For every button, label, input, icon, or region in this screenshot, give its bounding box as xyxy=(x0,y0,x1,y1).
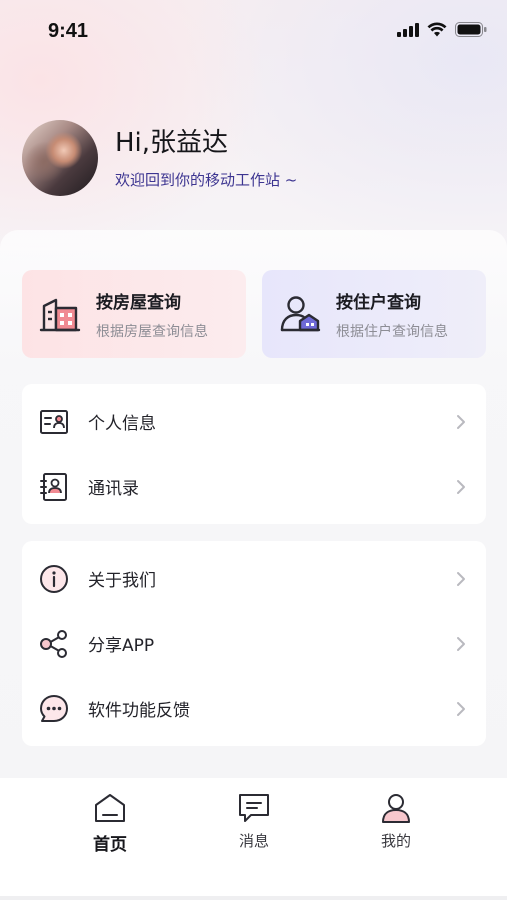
home-icon xyxy=(95,794,125,822)
query-by-resident-title: 按住户查询 xyxy=(336,292,421,313)
menu-item-about-us[interactable]: 关于我们 xyxy=(22,546,486,611)
tab-messages-label: 消息 xyxy=(238,832,269,850)
cellular-signal-icon xyxy=(397,22,419,37)
resident-icon xyxy=(280,296,321,332)
quick-actions: 按房屋查询 根据房屋查询信息 按住户查询 根据住户查询信息 xyxy=(22,270,486,358)
menu-item-label: 关于我们 xyxy=(88,571,156,591)
menu-item-share-app[interactable]: 分享APP xyxy=(22,611,486,676)
query-by-house-title: 按房屋查询 xyxy=(96,292,181,313)
tab-home[interactable]: 首页 xyxy=(70,792,150,855)
bottom-edge xyxy=(0,896,507,900)
chevron-right-icon xyxy=(457,571,465,586)
building-icon xyxy=(39,298,81,332)
status-icons xyxy=(397,22,487,37)
menu-group-account: 个人信息 通讯录 xyxy=(22,384,486,524)
menu-item-label: 软件功能反馈 xyxy=(88,701,190,721)
tab-bar: 首页 消息 我的 xyxy=(0,778,507,900)
menu-item-personal-info[interactable]: 个人信息 xyxy=(22,389,486,454)
menu-item-label: 通讯录 xyxy=(88,479,139,499)
chevron-right-icon xyxy=(457,479,465,494)
feedback-icon xyxy=(40,694,68,722)
avatar[interactable] xyxy=(22,120,98,196)
query-by-resident-card[interactable]: 按住户查询 根据住户查询信息 xyxy=(262,270,486,358)
chevron-right-icon xyxy=(457,414,465,429)
menu-item-label: 分享APP xyxy=(88,636,155,656)
welcome-text: 欢迎回到你的移动工作站 ~ xyxy=(115,170,298,189)
menu-item-contacts[interactable]: 通讯录 xyxy=(22,454,486,519)
menu-group-app: 关于我们 分享APP 软件功能反馈 xyxy=(22,541,486,746)
menu-item-feedback[interactable]: 软件功能反馈 xyxy=(22,676,486,741)
battery-icon xyxy=(455,22,487,37)
tab-mine[interactable]: 我的 xyxy=(356,792,436,851)
user-icon xyxy=(382,794,410,823)
status-time: 9:41 xyxy=(48,20,89,42)
greeting-text: Hi,张益达 xyxy=(115,127,229,158)
tab-mine-label: 我的 xyxy=(380,832,411,850)
profile-header: Hi,张益达 欢迎回到你的移动工作站 ~ xyxy=(22,120,297,196)
query-by-resident-subtitle: 根据住户查询信息 xyxy=(336,323,448,340)
profile-card-icon xyxy=(40,409,68,434)
share-icon xyxy=(40,629,67,658)
contacts-icon xyxy=(40,472,67,501)
chevron-right-icon xyxy=(457,636,465,651)
tab-home-label: 首页 xyxy=(93,835,127,855)
menu-item-label: 个人信息 xyxy=(88,414,156,434)
query-by-house-subtitle: 根据房屋查询信息 xyxy=(96,323,208,340)
profile-text: Hi,张益达 欢迎回到你的移动工作站 ~ xyxy=(115,127,297,190)
info-icon xyxy=(40,564,68,593)
wifi-icon xyxy=(427,22,447,37)
query-by-house-card[interactable]: 按房屋查询 根据房屋查询信息 xyxy=(22,270,246,358)
status-bar: 9:41 xyxy=(0,0,507,64)
tab-messages[interactable]: 消息 xyxy=(214,792,294,851)
chevron-right-icon xyxy=(457,701,465,716)
message-icon xyxy=(239,794,269,822)
